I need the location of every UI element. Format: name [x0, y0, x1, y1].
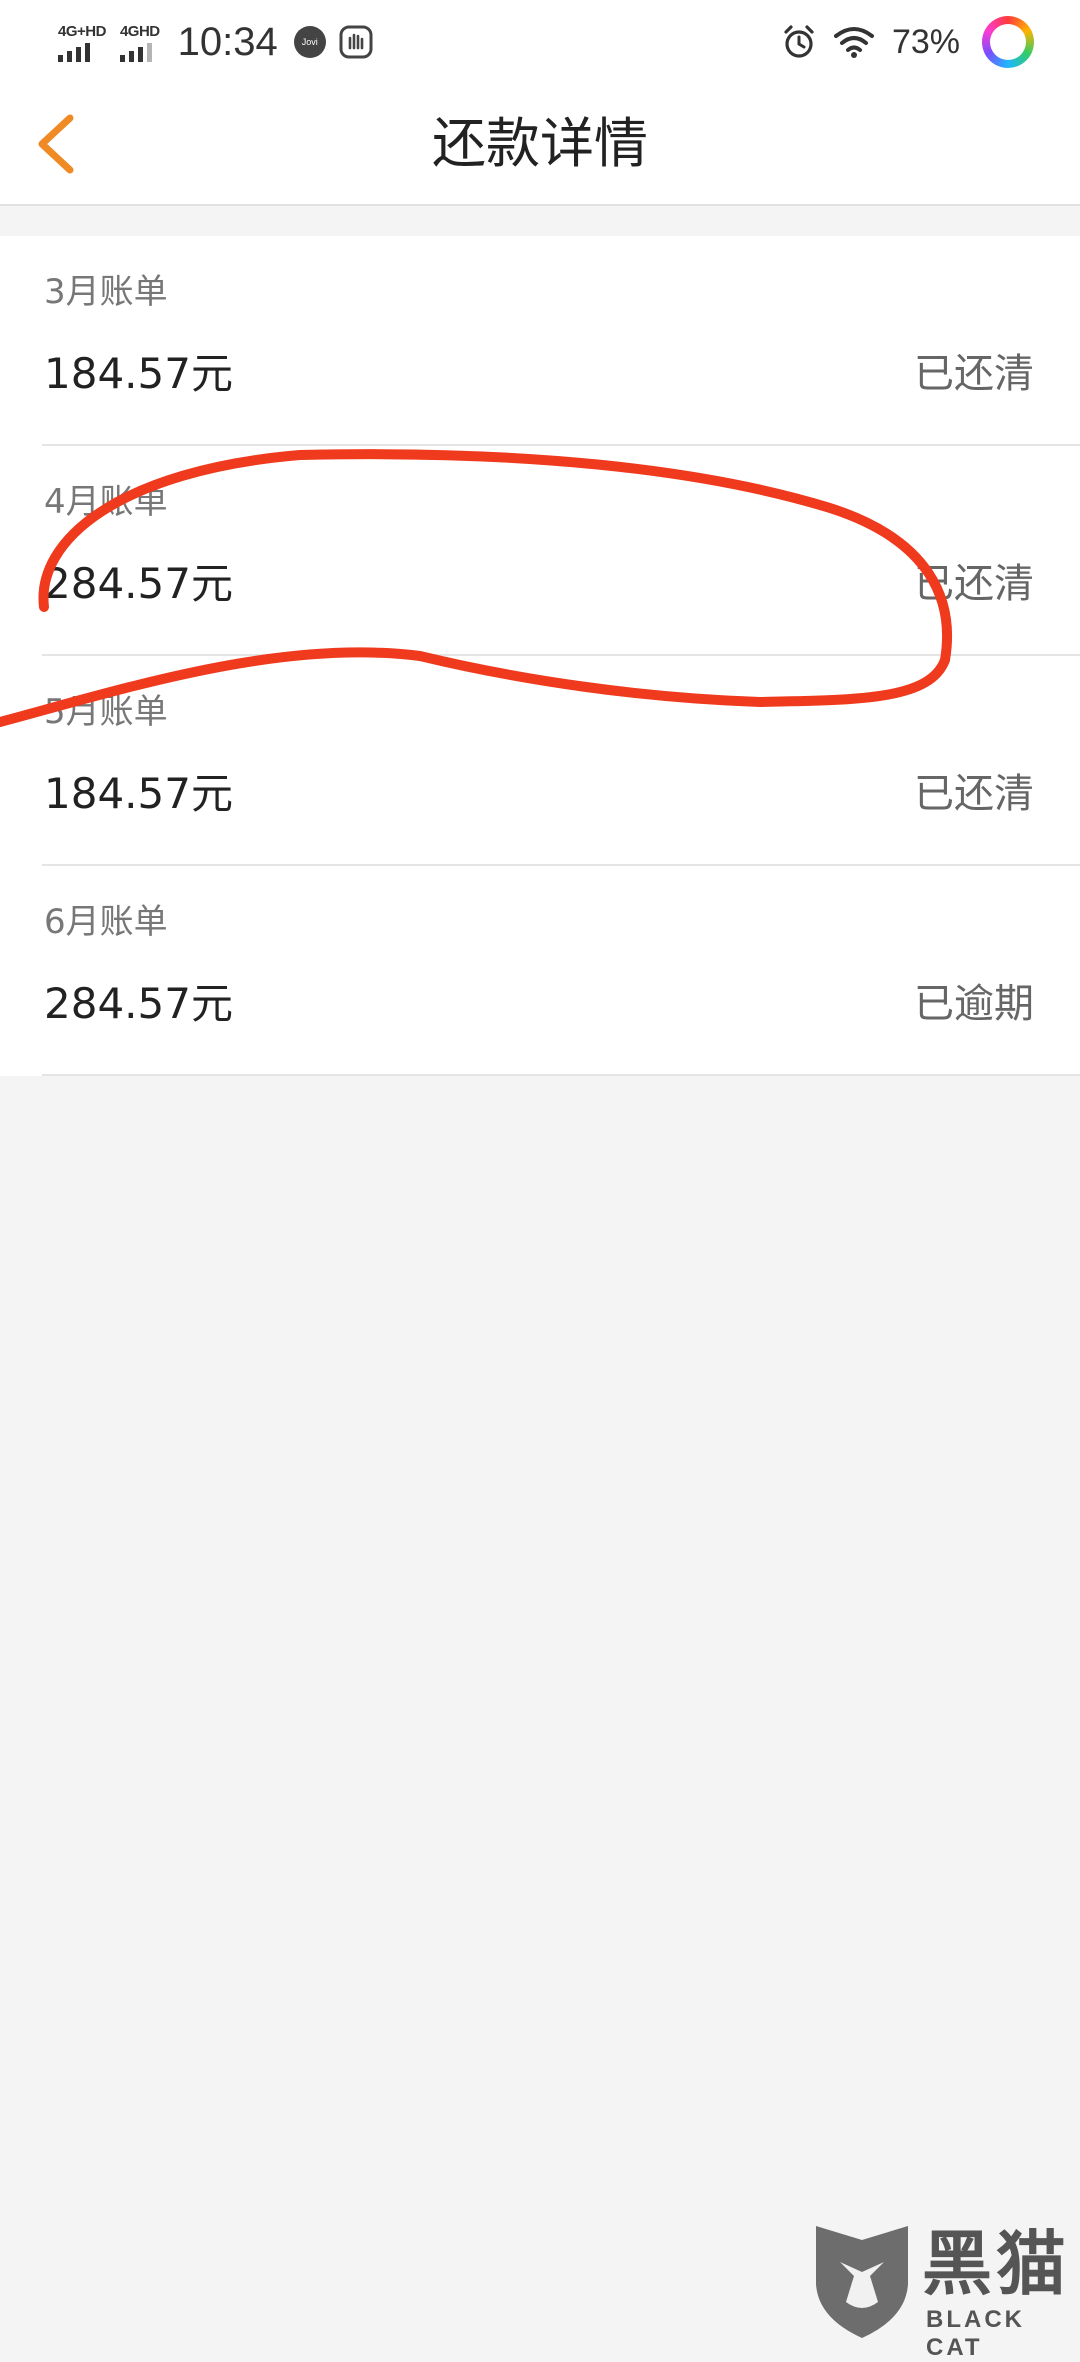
page-title: 还款详情 — [432, 112, 648, 175]
jovi-icon: Jovi — [293, 26, 326, 58]
bill-month: 4月账单 — [44, 482, 168, 522]
signal-icon — [58, 42, 94, 62]
color-ring-icon — [982, 16, 1034, 68]
bill-status: 已还清 — [914, 351, 1034, 397]
bill-amount: 284.57元 — [44, 979, 233, 1028]
wifi-icon — [833, 27, 874, 58]
bill-month: 6月账单 — [44, 902, 168, 942]
nav-bar: 还款详情 — [0, 84, 1080, 206]
bill-status: 已还清 — [914, 771, 1034, 817]
signal-icon — [119, 42, 156, 62]
bill-item-march[interactable]: 3月账单 184.57元 已还清 — [0, 236, 1080, 446]
bill-item-june[interactable]: 6月账单 284.57元 已逾期 — [0, 866, 1080, 1076]
bill-item-may[interactable]: 5月账单 184.57元 已还清 — [0, 656, 1080, 866]
signal-2: 4GHD — [119, 22, 160, 62]
bill-amount: 184.57元 — [44, 349, 233, 398]
black-cat-logo-icon — [816, 2226, 908, 2338]
bill-item-april[interactable]: 4月账单 284.57元 已还清 — [0, 446, 1080, 656]
bill-amount: 184.57元 — [44, 769, 233, 818]
bill-month: 5月账单 — [44, 692, 168, 732]
bill-status: 已逾期 — [914, 981, 1034, 1027]
watermark-subtitle: BLACK CAT — [926, 2306, 1025, 2361]
signal-1: 4G+HD — [58, 23, 106, 62]
status-bar: 4G+HD 4GHD 10:34 Jovi 73% — [0, 0, 1080, 84]
watermark-title: 黑猫 — [922, 2223, 1070, 2305]
black-cat-watermark: 黑猫 BLACK CAT — [810, 2222, 1080, 2361]
bill-amount: 284.57元 — [44, 559, 233, 608]
bill-month: 3月账单 — [44, 272, 168, 312]
bill-status: 已还清 — [914, 561, 1034, 607]
bill-list: 3月账单 184.57元 已还清 4月账单 284.57元 已还清 5月账单 1… — [0, 236, 1080, 1076]
gesture-hand-icon — [339, 25, 373, 59]
network-label-2: 4GHD — [119, 22, 160, 40]
alarm-icon — [784, 25, 814, 58]
network-label-1: 4G+HD — [58, 22, 106, 40]
status-time: 10:34 — [177, 19, 278, 64]
battery-percent: 73% — [891, 22, 960, 61]
